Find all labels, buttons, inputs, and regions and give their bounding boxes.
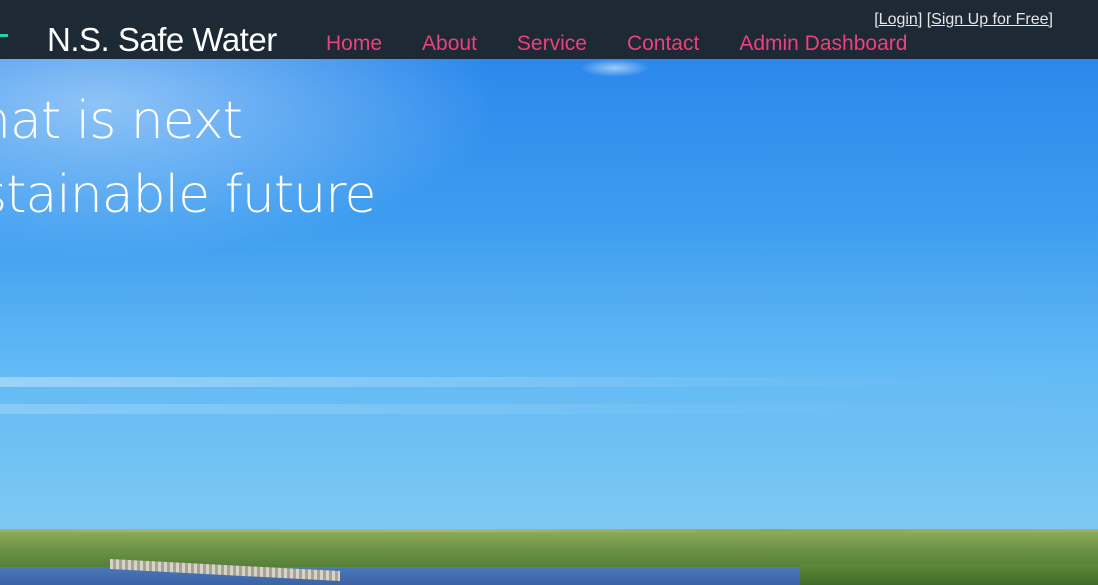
top-navbar: R N.S. Safe Water Home About Service Con… bbox=[0, 0, 1098, 59]
nav-service-link[interactable]: Service bbox=[517, 33, 587, 54]
main-nav: Home About Service Contact Admin Dashboa… bbox=[326, 33, 947, 54]
hero-banner: hat is next stainable future bbox=[0, 59, 1098, 585]
hero-headline-line-1: hat is next bbox=[0, 91, 243, 151]
brand-logo-icon[interactable]: R bbox=[0, 26, 14, 56]
reeds bbox=[800, 564, 1098, 585]
cloud-streak bbox=[0, 404, 1098, 414]
login-link[interactable]: [Login] bbox=[874, 11, 922, 28]
nav-home-link[interactable]: Home bbox=[326, 33, 382, 54]
sky-glow bbox=[0, 59, 500, 259]
hero-headline-line-2: stainable future bbox=[0, 165, 376, 225]
nav-contact-link[interactable]: Contact bbox=[627, 33, 699, 54]
cloud bbox=[580, 59, 650, 77]
signup-link[interactable]: [Sign Up for Free] bbox=[927, 11, 1053, 28]
cloud-streak bbox=[0, 377, 1098, 387]
nav-about-link[interactable]: About bbox=[422, 33, 477, 54]
auth-links: [Login] [Sign Up for Free] bbox=[874, 11, 1053, 29]
nav-admin-dashboard-link[interactable]: Admin Dashboard bbox=[739, 33, 907, 54]
brand-name[interactable]: N.S. Safe Water bbox=[47, 23, 277, 56]
